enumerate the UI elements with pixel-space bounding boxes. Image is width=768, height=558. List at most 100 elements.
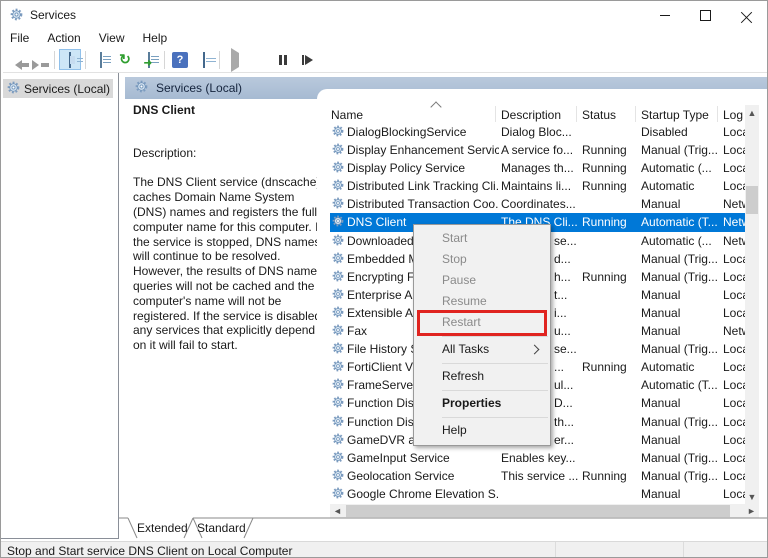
service-gear-icon — [332, 179, 344, 194]
column-header-status[interactable]: Status — [582, 108, 616, 122]
context-menu-item-refresh[interactable]: Refresh — [414, 366, 550, 387]
refresh-icon: ↻ — [119, 51, 131, 67]
list-doc-button[interactable] — [90, 49, 112, 70]
console-tree-button[interactable] — [59, 49, 83, 70]
service-gear-icon — [332, 342, 344, 357]
restart-service-button[interactable] — [296, 49, 318, 70]
scroll-down-icon[interactable]: ▼ — [745, 489, 759, 504]
menu-file[interactable]: File — [1, 30, 38, 46]
column-header-log[interactable]: Log — [723, 108, 743, 122]
context-menu-item-pause[interactable]: Pause — [414, 270, 550, 291]
console-tree-icon — [69, 51, 83, 68]
table-row[interactable]: Distributed Link Tracking Cli... Maintain… — [330, 177, 746, 195]
toolbar-separator — [85, 50, 86, 69]
table-row[interactable]: DialogBlockingService Dialog Bloc... Disab… — [330, 123, 746, 141]
close-button[interactable] — [726, 1, 767, 29]
context-menu-item-help[interactable]: Help — [414, 420, 550, 441]
column-header-description[interactable]: Description — [501, 108, 561, 122]
menu-view[interactable]: View — [90, 30, 134, 46]
status-divider — [683, 542, 684, 557]
refresh-button[interactable]: ↻ — [114, 49, 136, 70]
cell-description: Dialog Bloc... — [501, 125, 572, 139]
context-menu-item-properties[interactable]: Properties — [414, 393, 550, 414]
cell-status: Running — [582, 468, 627, 483]
context-menu-item-stop[interactable]: Stop — [414, 249, 550, 270]
close-icon — [740, 10, 753, 23]
maximize-icon — [700, 9, 711, 21]
service-gear-icon — [332, 469, 344, 484]
column-header-name[interactable]: Name — [331, 108, 363, 122]
menu-help[interactable]: Help — [134, 30, 177, 46]
context-menu-item-resume[interactable]: Resume — [414, 291, 550, 312]
cell-log-on-as: Loca — [723, 125, 746, 139]
cell-description: Maintains li... — [501, 179, 572, 194]
cell-startup-type: Manual (Trig... — [641, 468, 718, 483]
cell-name: GameInput Service — [347, 450, 450, 465]
context-menu-item-all-tasks[interactable]: All Tasks — [414, 339, 550, 360]
export-list-icon: ➜ — [144, 51, 159, 69]
tab-extended[interactable]: Extended — [137, 521, 188, 535]
cell-status: Running — [582, 215, 627, 230]
cell-startup-type: Manual — [641, 287, 681, 302]
services-gear-icon — [135, 80, 148, 96]
column-divider — [576, 106, 577, 122]
maximize-button[interactable] — [685, 1, 726, 29]
back-button[interactable] — [4, 49, 29, 70]
cell-name: Distributed Transaction Coo... — [347, 197, 499, 212]
column-divider — [635, 106, 636, 122]
scroll-right-icon[interactable]: ► — [744, 504, 759, 518]
scroll-left-icon[interactable]: ◄ — [330, 504, 345, 518]
table-row[interactable]: GameInput Service Enables key... Manual (T… — [330, 449, 746, 467]
cell-startup-type: Manual (Trig... — [641, 414, 718, 429]
scroll-up-icon[interactable]: ▲ — [745, 105, 759, 120]
table-row[interactable]: Display Policy Service Manages th... Runni… — [330, 159, 746, 177]
menu-action[interactable]: Action — [38, 30, 89, 46]
service-gear-icon — [332, 451, 344, 466]
minimize-button[interactable] — [644, 1, 685, 29]
table-row[interactable]: Distributed Transaction Coo... Coordinate… — [330, 195, 746, 213]
cell-startup-type: Automatic (... — [641, 233, 712, 248]
view-tabs-outline — [119, 517, 767, 539]
services-header-title: Services (Local) — [156, 81, 243, 95]
cell-log-on-as: Loca — [723, 432, 746, 447]
service-gear-icon — [332, 415, 344, 430]
cell-name: DialogBlockingService — [347, 125, 467, 139]
start-service-button[interactable] — [224, 47, 246, 72]
table-row[interactable]: Geolocation Service This service ... Runni… — [330, 467, 746, 485]
horizontal-scroll-thumb[interactable] — [346, 505, 730, 517]
tab-standard[interactable]: Standard — [197, 521, 246, 535]
table-row[interactable]: Google Chrome Elevation S... Manual Loca — [330, 485, 746, 503]
tree-item-services-local[interactable]: Services (Local) — [3, 79, 113, 98]
cell-startup-type: Automatic — [641, 360, 695, 375]
menu-bar: File Action View Help — [1, 29, 767, 47]
properties-window-button[interactable] — [193, 49, 216, 70]
cell-log-on-as: Netw — [723, 197, 746, 212]
menu-separator — [442, 417, 548, 418]
cell-status: Running — [582, 360, 627, 375]
toolbar-separator — [219, 50, 220, 69]
horizontal-scrollbar[interactable]: ◄ ► — [330, 504, 759, 518]
table-row[interactable]: Display Enhancement Service A service fo.… — [330, 141, 746, 159]
vertical-scroll-thumb[interactable] — [746, 186, 758, 214]
column-divider — [717, 106, 718, 122]
column-header-startup-type[interactable]: Startup Type — [641, 108, 709, 122]
list-header: Name Description Status Startup Type Log — [330, 101, 759, 123]
forward-button[interactable] — [28, 49, 50, 70]
stop-service-button[interactable] — [248, 49, 270, 70]
cell-status: Running — [582, 143, 627, 158]
cell-startup-type: Automatic (T... — [641, 378, 718, 393]
cell-log-on-as: Loca — [723, 305, 746, 320]
service-gear-icon — [332, 324, 344, 339]
help-button[interactable]: ? — [169, 49, 191, 70]
export-list-button[interactable]: ➜ — [138, 49, 160, 70]
menu-separator — [442, 390, 548, 391]
pause-service-button[interactable] — [272, 49, 294, 70]
window-title: Services — [30, 8, 77, 22]
context-menu-item-start[interactable]: Start — [414, 228, 550, 249]
cell-startup-type: Automatic (T... — [641, 215, 718, 230]
cell-startup-type: Manual (Trig... — [641, 450, 718, 465]
cell-log-on-as: Loca — [723, 251, 746, 266]
vertical-scrollbar[interactable]: ▲ ▼ — [745, 105, 759, 504]
cell-startup-type: Automatic (... — [641, 161, 712, 176]
cell-log-on-as: Netw — [723, 233, 746, 248]
